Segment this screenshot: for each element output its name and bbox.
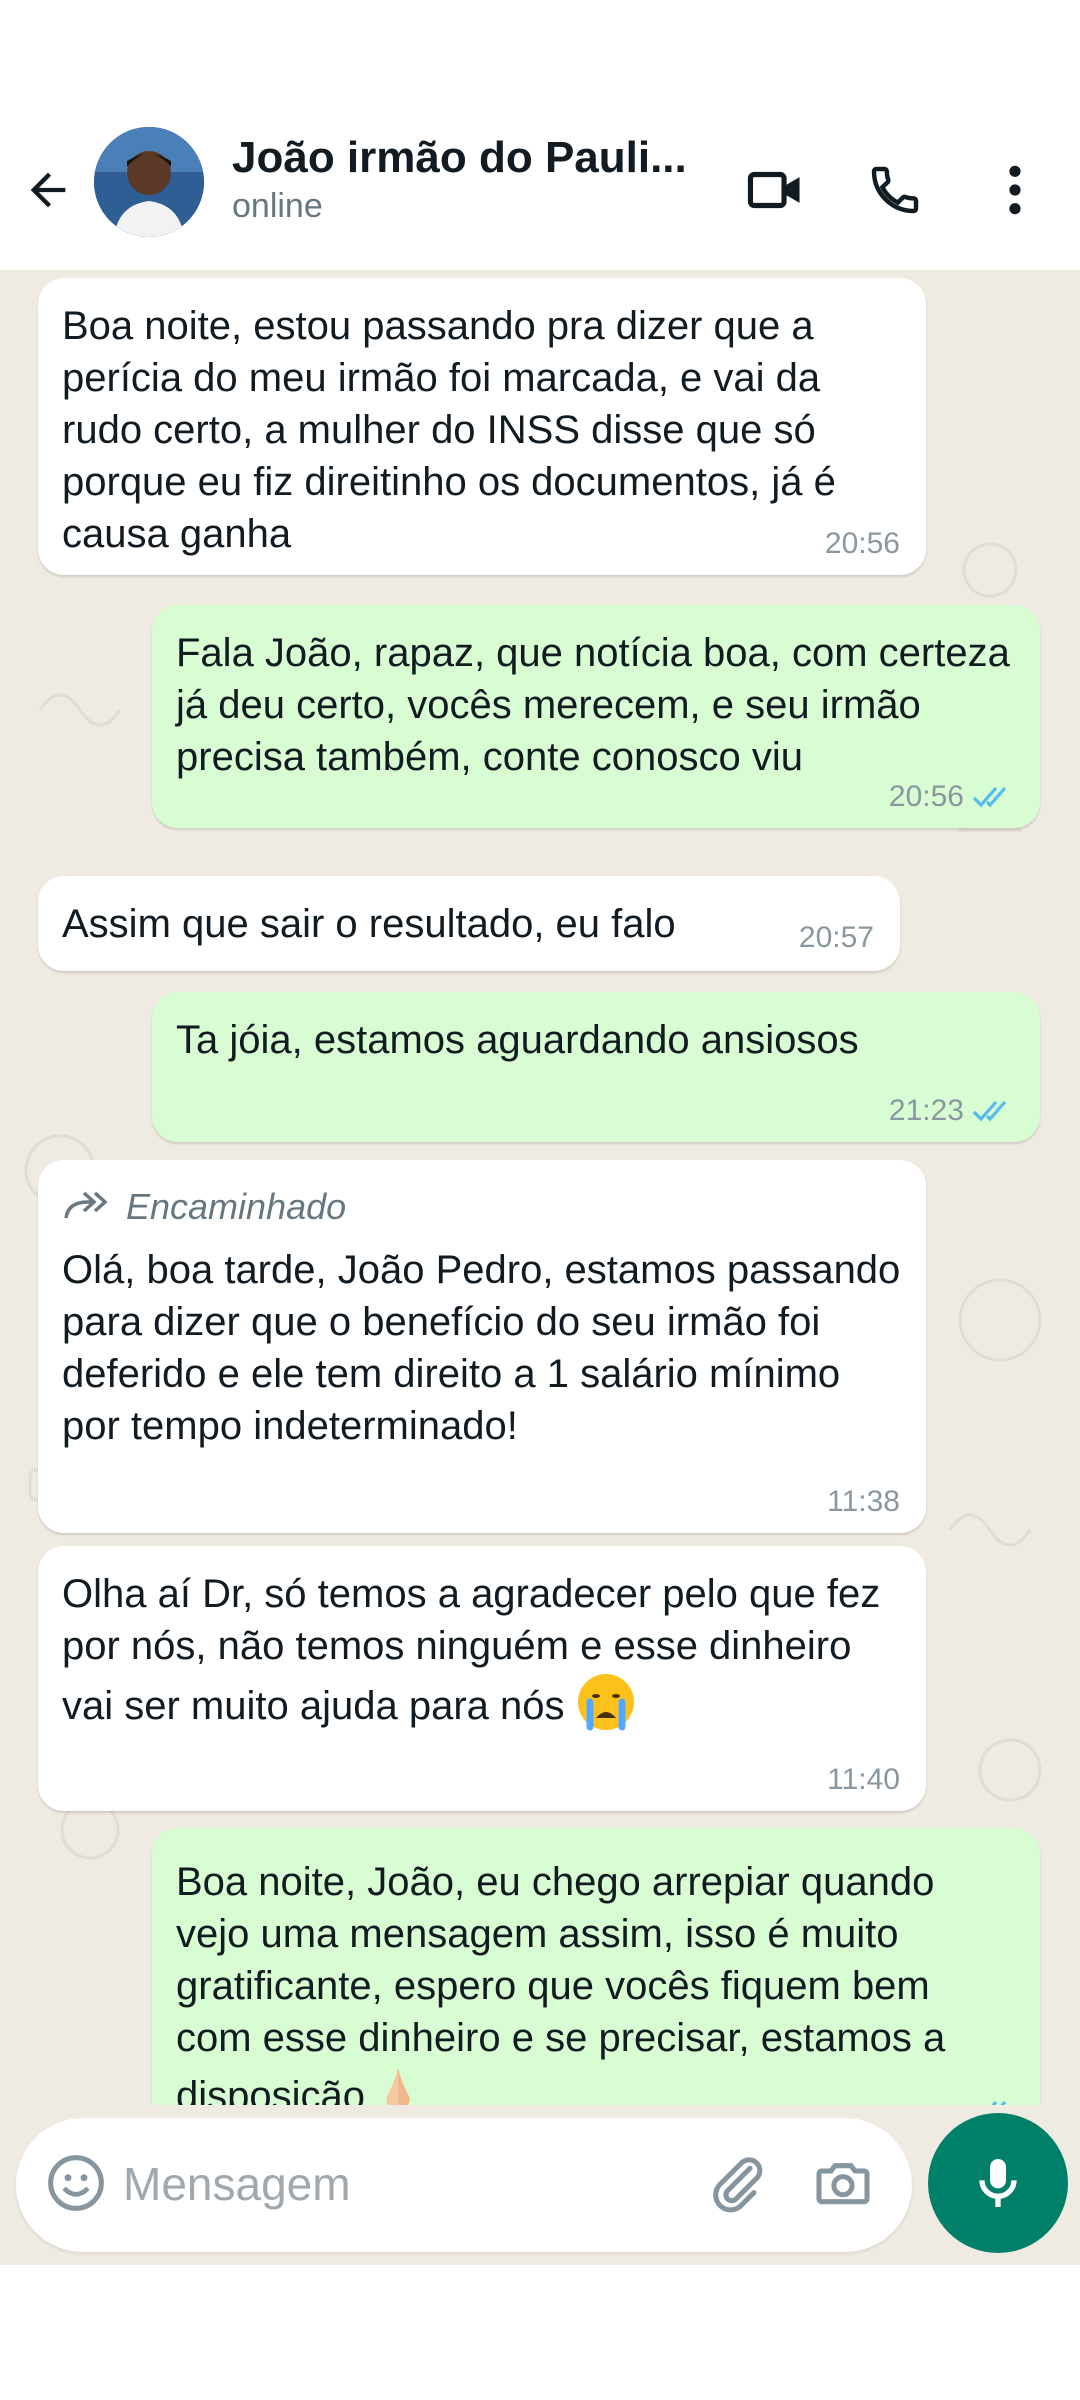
forwarded-label: Encaminhado xyxy=(62,1186,902,1228)
folded-hands-emoji-icon xyxy=(376,2064,420,2105)
message-meta: 20:57 xyxy=(799,921,874,955)
navigation-bar-area xyxy=(0,2265,1080,2400)
message-time: 20:57 xyxy=(798,921,874,954)
forwarded-text: Encaminhado xyxy=(126,1186,347,1227)
message-incoming-forwarded[interactable]: Encaminhado Olá, boa tarde, João Pedro, … xyxy=(38,1160,926,1533)
read-ticks-icon xyxy=(972,786,1007,808)
message-text-content: Olha aí Dr, só temos a agradecer pelo qu… xyxy=(62,1572,881,1729)
read-ticks-icon xyxy=(991,2100,1007,2105)
message-text-content: Boa noite, João, eu chego arrepiar quand… xyxy=(176,1860,946,2105)
message-text: Assim que sair o resultado, eu falo xyxy=(62,902,676,946)
avatar[interactable] xyxy=(94,127,204,237)
message-text: Ta jóia, estamos aguardando ansiosos xyxy=(176,1018,859,1062)
message-meta: 11:40 xyxy=(827,1763,900,1797)
message-time: 20:56 xyxy=(824,527,900,560)
message-incoming[interactable]: Assim que sair o resultado, eu falo 20:5… xyxy=(38,876,900,971)
camera-icon[interactable] xyxy=(811,2151,875,2220)
message-text: Olha aí Dr, só temos a agradecer pelo qu… xyxy=(62,1568,902,1745)
chat-header: João irmão do Pauli... online xyxy=(0,115,1080,270)
message-meta xyxy=(972,2098,1014,2105)
message-text: Olá, boa tarde, João Pedro, estamos pass… xyxy=(62,1248,901,1448)
message-meta: 11:38 xyxy=(827,1485,900,1519)
message-time: 21:23 xyxy=(888,1094,964,1127)
back-arrow-icon[interactable] xyxy=(18,155,78,225)
forward-arrow-icon xyxy=(64,1191,108,1219)
message-text: Boa noite, João, eu chego arrepiar quand… xyxy=(176,1856,1016,2105)
message-text: Boa noite, estou passando pra dizer que … xyxy=(62,304,836,556)
read-ticks-icon xyxy=(972,1100,1007,1122)
message-incoming[interactable]: Olha aí Dr, só temos a agradecer pelo qu… xyxy=(38,1546,926,1811)
contact-status: online xyxy=(232,187,323,225)
mic-icon xyxy=(979,2159,1017,2207)
message-time: 11:40 xyxy=(827,1763,900,1796)
chat-area[interactable]: Boa noite, estou passando pra dizer que … xyxy=(0,270,1080,2105)
phone-call-icon[interactable] xyxy=(855,150,935,230)
message-text: Fala João, rapaz, que notícia boa, com c… xyxy=(176,631,1010,779)
emoji-icon[interactable] xyxy=(44,2151,108,2220)
composer-bar xyxy=(0,2105,1080,2265)
message-time: 20:56 xyxy=(888,780,964,813)
message-meta: 20:56 xyxy=(825,527,900,561)
message-outgoing[interactable]: Fala João, rapaz, que notícia boa, com c… xyxy=(152,605,1040,828)
attach-icon[interactable] xyxy=(706,2151,770,2220)
contact-name[interactable]: João irmão do Pauli... xyxy=(232,133,692,183)
more-options-icon[interactable] xyxy=(975,150,1055,230)
message-outgoing[interactable]: Ta jóia, estamos aguardando ansiosos 21:… xyxy=(152,992,1040,1142)
message-outgoing[interactable]: Boa noite, João, eu chego arrepiar quand… xyxy=(152,1828,1040,2105)
message-input-container[interactable] xyxy=(16,2118,912,2252)
message-time: 11:38 xyxy=(827,1485,900,1518)
message-input[interactable] xyxy=(121,2148,685,2220)
message-meta: 20:56 xyxy=(889,780,1014,814)
status-bar-area xyxy=(0,0,1080,115)
video-call-icon[interactable] xyxy=(735,150,815,230)
message-incoming[interactable]: Boa noite, estou passando pra dizer que … xyxy=(38,278,926,575)
mic-button[interactable] xyxy=(928,2113,1068,2253)
message-meta: 21:23 xyxy=(889,1094,1014,1128)
crying-emoji-icon xyxy=(576,1672,636,1745)
